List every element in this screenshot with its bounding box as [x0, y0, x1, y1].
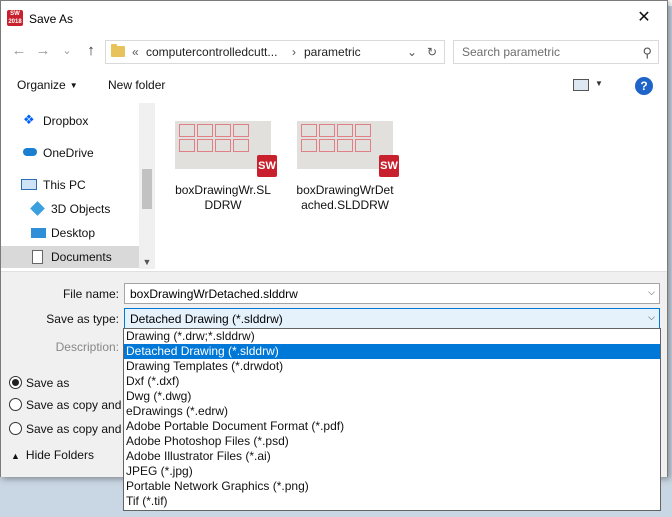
search-icon[interactable]: ⚲	[642, 45, 652, 61]
chevron-down-icon[interactable]: ⌵	[648, 287, 655, 298]
window-title: Save As	[29, 12, 74, 26]
sidebar-item-3d-objects[interactable]: 3D Objects	[1, 198, 139, 220]
file-item[interactable]: SW boxDrawingWr.SLDDRW	[168, 117, 278, 213]
sidebar-item-label: Dropbox	[43, 114, 89, 128]
caret-down-icon: ▼	[69, 81, 78, 90]
solidworks-app-icon: SW 2018	[7, 10, 23, 26]
type-option[interactable]: Tif (*.tif)	[124, 494, 660, 509]
path-segment[interactable]: computercontrolledcutt...	[146, 45, 277, 59]
sidebar-item-desktop[interactable]: Desktop	[1, 222, 139, 244]
type-option[interactable]: JPEG (*.jpg)	[124, 464, 660, 479]
back-button[interactable]: ←	[9, 41, 29, 61]
sidebar-item-label: Desktop	[51, 226, 96, 240]
type-option[interactable]: Adobe Portable Document Format (*.pdf)	[124, 419, 660, 434]
hide-folders-button[interactable]: ▲ Hide Folders	[11, 448, 94, 462]
command-toolbar: Organize ▼ New folder ▼ ?	[1, 71, 667, 101]
file-name-label: boxDrawingWrDetached.SLDDRW	[296, 183, 394, 212]
sidebar-item-dropbox[interactable]: ❖ Dropbox	[1, 110, 139, 132]
file-list: SW boxDrawingWr.SLDDRW SW boxDrawingWrDe…	[156, 103, 668, 269]
file-name-field[interactable]: boxDrawingWrDetached.slddrw ⌵	[124, 283, 660, 304]
file-item[interactable]: SW boxDrawingWrDetached.SLDDRW	[290, 117, 400, 213]
onedrive-icon	[23, 148, 37, 156]
recent-locations-button[interactable]: ⌄	[57, 41, 77, 61]
radio-button[interactable]	[9, 376, 22, 389]
radio-button[interactable]	[9, 422, 22, 435]
3d-objects-icon	[30, 201, 45, 216]
solidworks-file-icon: SW	[379, 155, 399, 177]
radio-label: Save as	[26, 376, 70, 390]
organize-menu[interactable]: Organize ▼	[17, 78, 78, 92]
scroll-down-icon[interactable]: ▼	[139, 257, 155, 267]
new-folder-button[interactable]: New folder	[108, 78, 165, 92]
file-name-label: File name:	[62, 287, 119, 301]
path-overflow[interactable]: «	[132, 45, 139, 59]
radio-label: Save as copy and c	[26, 398, 131, 412]
save-as-type-select[interactable]: Detached Drawing (*.slddrw) ⌵	[124, 308, 660, 329]
type-option[interactable]: eDrawings (*.edrw)	[124, 404, 660, 419]
path-separator[interactable]: ›	[292, 45, 296, 59]
radio-button[interactable]	[9, 398, 22, 411]
chevron-up-icon: ▲	[11, 451, 20, 461]
type-option-selected[interactable]: Detached Drawing (*.slddrw)	[124, 344, 660, 359]
sidebar-item-onedrive[interactable]: OneDrive	[1, 142, 139, 164]
type-option[interactable]: Dwg (*.dwg)	[124, 389, 660, 404]
chevron-down-icon[interactable]: ⌵	[648, 312, 655, 323]
address-bar[interactable]: « computercontrolledcutt... › parametric…	[105, 40, 445, 64]
solidworks-file-icon: SW	[257, 155, 277, 177]
type-option[interactable]: Portable Network Graphics (*.png)	[124, 479, 660, 494]
sidebar-item-label: Documents	[51, 250, 112, 264]
search-input[interactable]	[460, 44, 630, 60]
type-option[interactable]: Drawing (*.drw;*.slddrw)	[124, 329, 660, 344]
navigation-bar: ← → ⌄ ↑ « computercontrolledcutt... › pa…	[1, 37, 667, 67]
pc-icon	[21, 179, 37, 190]
description-label: Description:	[55, 340, 119, 354]
refresh-icon[interactable]: ↻	[422, 41, 442, 63]
save-as-copy-continue-radio[interactable]: Save as copy and c	[9, 398, 131, 412]
sidebar-item-this-pc[interactable]: This PC	[1, 174, 139, 196]
sidebar-item-documents[interactable]: Documents	[1, 246, 139, 268]
search-box[interactable]: ⚲	[453, 40, 659, 64]
forward-button[interactable]: →	[33, 41, 53, 61]
sidebar-item-label: OneDrive	[43, 146, 94, 160]
dropbox-icon: ❖	[23, 112, 35, 127]
radio-label: Save as copy and o	[26, 422, 132, 436]
type-option[interactable]: Adobe Illustrator Files (*.ai)	[124, 449, 660, 464]
file-name-label: boxDrawingWr.SLDDRW	[175, 183, 271, 212]
type-option[interactable]: Adobe Photoshop Files (*.psd)	[124, 434, 660, 449]
hide-folders-label: Hide Folders	[25, 448, 94, 462]
save-as-type-label: Save as type:	[46, 312, 119, 326]
save-as-type-dropdown-list: Drawing (*.drw;*.slddrw) Detached Drawin…	[123, 328, 661, 511]
type-option[interactable]: Dxf (*.dxf)	[124, 374, 660, 389]
scroll-thumb[interactable]	[142, 169, 152, 209]
file-name-value[interactable]: boxDrawingWrDetached.slddrw	[130, 287, 298, 301]
view-options-icon[interactable]	[573, 79, 589, 91]
address-dropdown-icon[interactable]: ⌄	[402, 41, 422, 63]
folder-icon	[111, 44, 125, 57]
drawing-thumbnail: SW	[175, 121, 277, 177]
sidebar-item-label: 3D Objects	[51, 202, 111, 216]
save-as-copy-open-radio[interactable]: Save as copy and o	[9, 422, 131, 436]
help-icon[interactable]: ?	[635, 77, 653, 95]
documents-icon	[32, 250, 43, 264]
up-button[interactable]: ↑	[81, 41, 101, 61]
sidebar-scrollbar[interactable]: ▼	[139, 103, 155, 269]
type-option[interactable]: Drawing Templates (*.drwdot)	[124, 359, 660, 374]
sidebar-item-label: This PC	[43, 178, 86, 192]
navigation-pane: ❖ Dropbox OneDrive This PC 3D Objects De…	[1, 103, 155, 269]
close-button[interactable]: ✕	[621, 1, 667, 35]
view-caret-icon[interactable]: ▼	[595, 79, 603, 88]
path-segment[interactable]: parametric	[304, 45, 361, 59]
organize-label: Organize	[17, 78, 66, 92]
title-bar: SW 2018 Save As ✕	[1, 1, 667, 35]
save-as-type-value[interactable]: Detached Drawing (*.slddrw)	[130, 312, 283, 326]
drawing-thumbnail: SW	[297, 121, 399, 177]
desktop-icon	[31, 228, 46, 238]
save-as-radio[interactable]: Save as	[9, 376, 69, 390]
